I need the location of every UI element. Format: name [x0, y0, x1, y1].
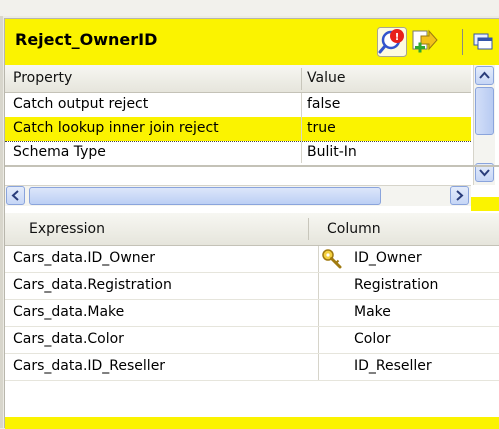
column-cell[interactable]: Registration	[354, 277, 438, 293]
column-header-expression[interactable]: Expression	[29, 221, 105, 237]
table-footer-bar	[5, 417, 499, 429]
section-divider	[5, 165, 499, 167]
left-edge	[0, 16, 3, 428]
property-name: Catch lookup inner join reject	[13, 120, 219, 136]
chevron-left-icon	[11, 190, 19, 201]
scroll-thumb[interactable]	[29, 187, 381, 205]
property-table-header: Property Value	[5, 65, 471, 93]
scroll-thumb[interactable]	[475, 87, 494, 135]
property-row-selected[interactable]: Catch lookup inner join reject true	[5, 117, 471, 141]
column-header-column[interactable]: Column	[327, 221, 381, 237]
column-divider[interactable]	[308, 218, 309, 240]
toolbar-separator	[462, 29, 463, 55]
chevron-right-icon	[456, 190, 464, 201]
expression-row[interactable]: Cars_data.Make Make	[5, 300, 499, 327]
property-vertical-scrollbar[interactable]	[473, 65, 495, 185]
expression-table: Expression Column Cars_data.ID_Owner ID_…	[5, 213, 499, 413]
table-header-bar: Reject_OwnerID !	[5, 19, 499, 65]
expression-cell[interactable]: Cars_data.Make	[13, 304, 124, 320]
property-table: Property Value Catch output reject false…	[5, 65, 499, 211]
property-value[interactable]: false	[307, 96, 340, 112]
search-alert-icon[interactable]: !	[377, 27, 407, 57]
top-strip	[0, 0, 499, 16]
expression-row[interactable]: Cars_data.Registration Registration	[5, 273, 499, 300]
expression-cell[interactable]: Cars_data.ID_Reseller	[13, 358, 165, 374]
column-header-value[interactable]: Value	[307, 70, 345, 86]
reject-table-panel: Reject_OwnerID ! Property Value Catch ou…	[4, 18, 499, 429]
expression-row[interactable]: Cars_data.ID_Reseller ID_Reseller	[5, 354, 499, 381]
property-row[interactable]: Schema Type Bulit-In	[5, 141, 471, 163]
scroll-left-button[interactable]	[6, 186, 25, 205]
scroll-right-button[interactable]	[450, 186, 469, 205]
scroll-up-button[interactable]	[475, 66, 494, 85]
column-cell[interactable]: Color	[354, 331, 391, 347]
expression-cell[interactable]: Cars_data.Registration	[13, 277, 172, 293]
key-icon	[322, 249, 342, 269]
expression-row[interactable]: Cars_data.ID_Owner ID_Owner	[5, 246, 499, 273]
property-row[interactable]: Catch output reject false	[5, 93, 471, 117]
add-output-icon[interactable]	[409, 27, 439, 57]
highlight-strip	[471, 197, 499, 211]
window-icon[interactable]	[471, 27, 495, 57]
chevron-up-icon	[479, 71, 490, 79]
expression-cell[interactable]: Cars_data.Color	[13, 331, 124, 347]
property-value[interactable]: true	[307, 120, 336, 136]
column-divider[interactable]	[301, 68, 302, 90]
expression-table-header: Expression Column	[5, 213, 499, 246]
alert-badge: !	[395, 32, 400, 43]
property-horizontal-scrollbar[interactable]	[5, 185, 471, 206]
expression-row[interactable]: Cars_data.Color Color	[5, 327, 499, 354]
column-cell[interactable]: ID_Reseller	[354, 358, 432, 374]
property-name: Catch output reject	[13, 96, 149, 112]
expression-cell[interactable]: Cars_data.ID_Owner	[13, 250, 155, 266]
table-title: Reject_OwnerID	[15, 30, 158, 49]
column-header-property[interactable]: Property	[13, 70, 72, 86]
column-cell[interactable]: Make	[354, 304, 391, 320]
column-cell[interactable]: ID_Owner	[354, 250, 422, 266]
property-value[interactable]: Bulit-In	[307, 144, 357, 160]
property-name: Schema Type	[13, 144, 106, 160]
